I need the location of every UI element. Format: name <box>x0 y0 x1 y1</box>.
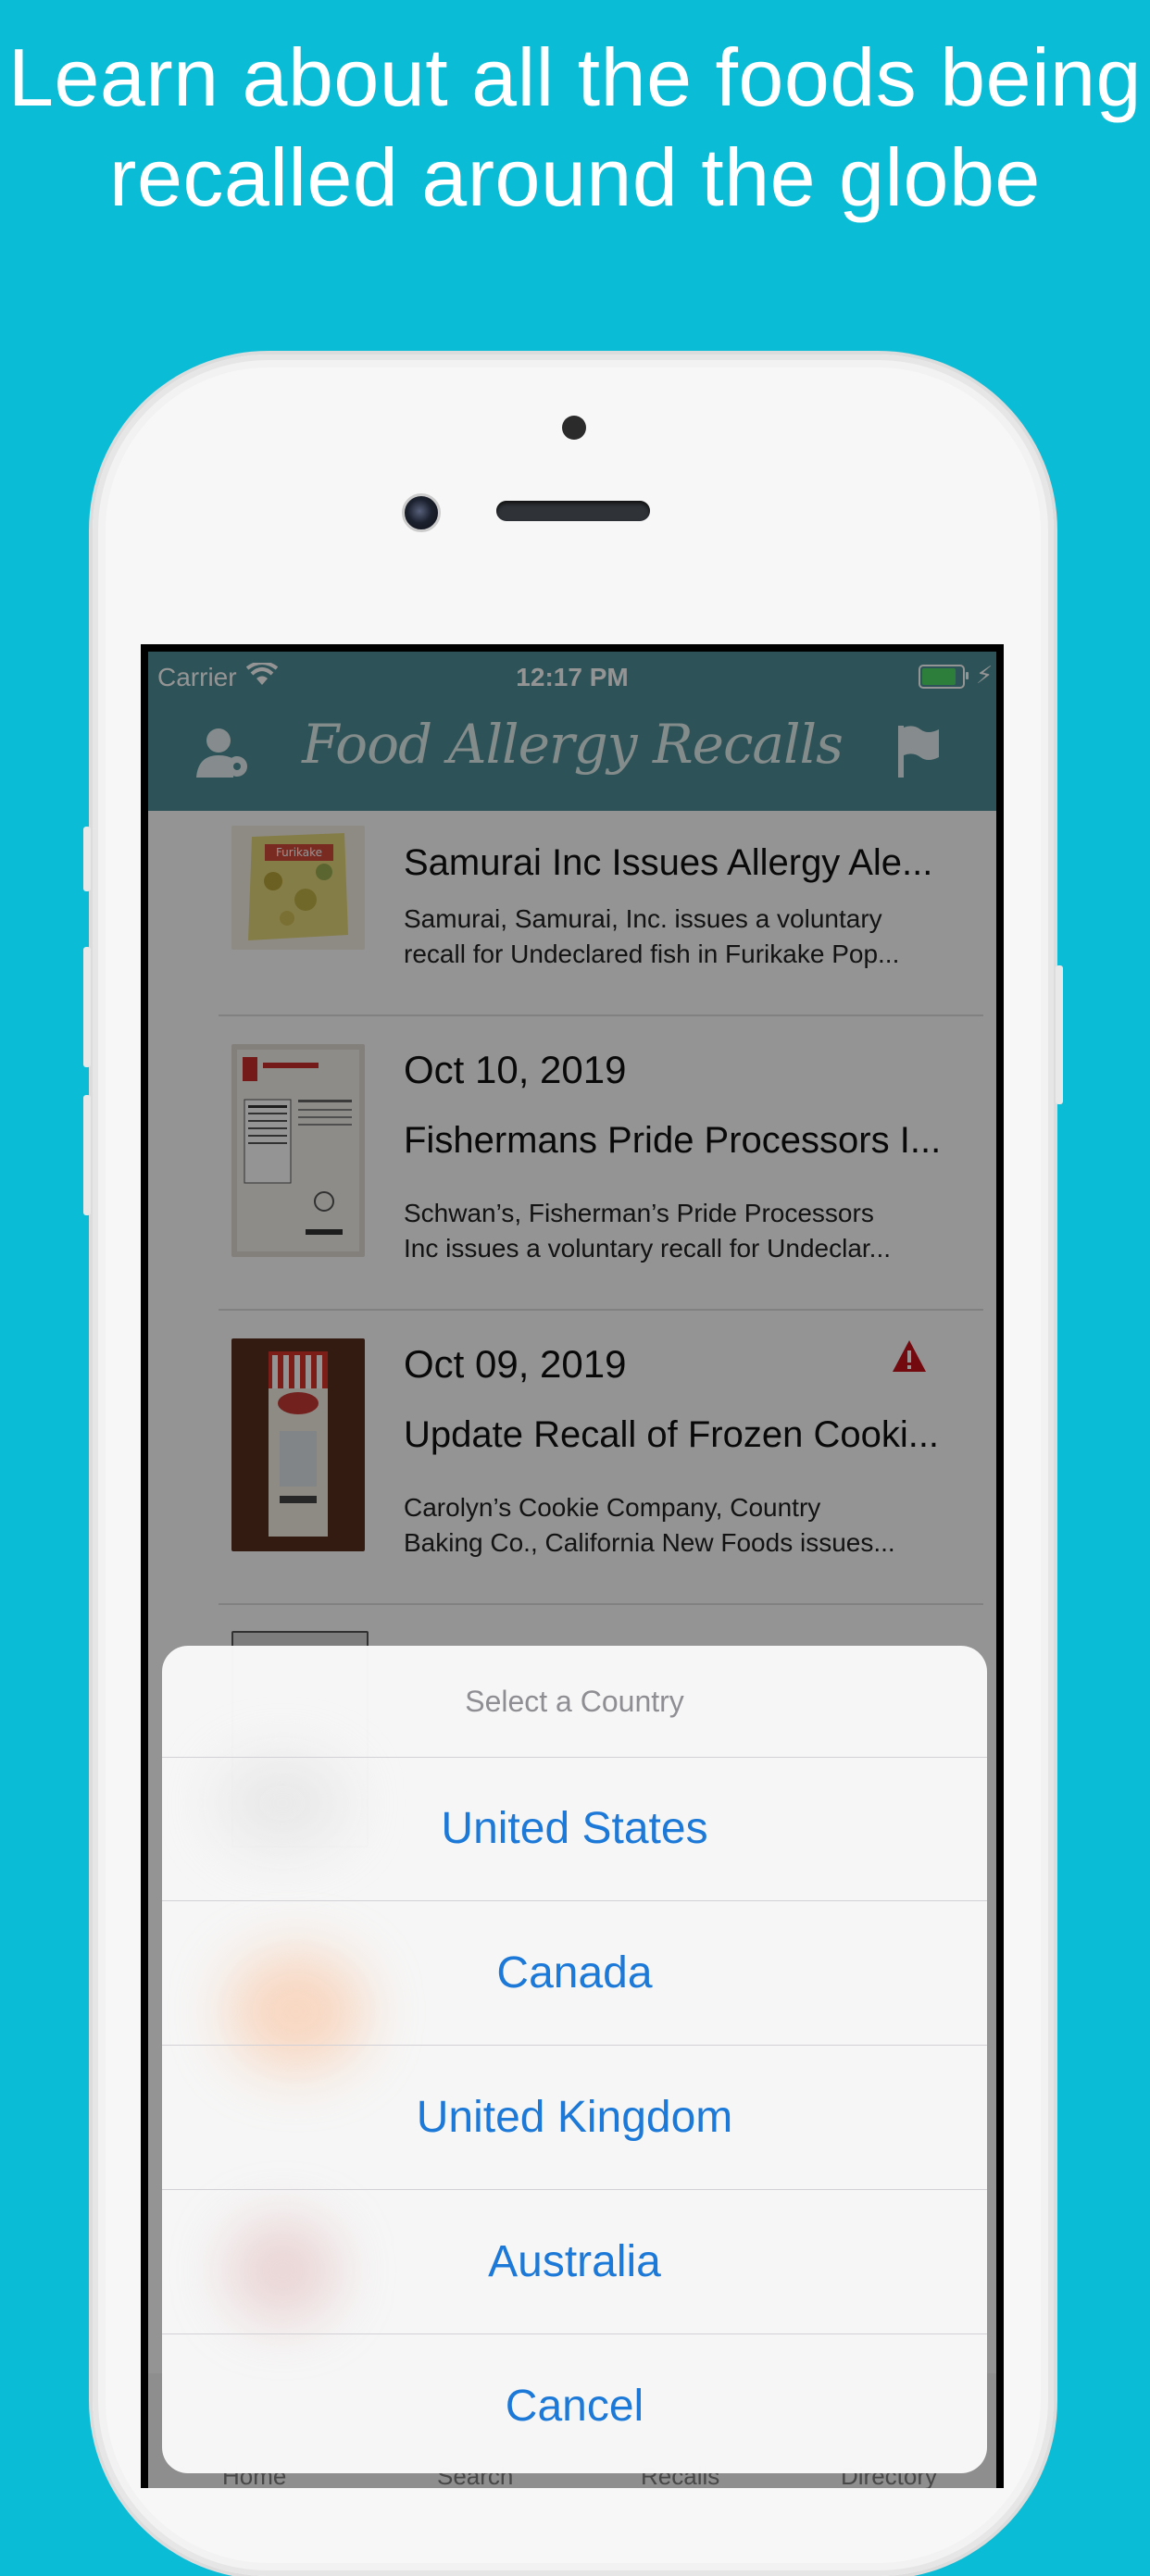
power-button <box>1056 965 1063 1104</box>
option-united-states[interactable]: United States <box>162 1757 987 1900</box>
volume-up-button <box>83 947 91 1067</box>
front-camera <box>402 493 441 532</box>
sheet-title: Select a Country <box>465 1685 684 1718</box>
earpiece-speaker <box>496 501 650 521</box>
option-australia[interactable]: Australia <box>162 2190 987 2333</box>
country-action-sheet: Select a Country United States Canada Un… <box>162 1646 987 2473</box>
volume-down-button <box>83 1095 91 1215</box>
headline-line-1: Learn about all the foods being <box>8 31 1142 123</box>
option-canada[interactable]: Canada <box>162 1901 987 2045</box>
cancel-button[interactable]: Cancel <box>162 2334 987 2473</box>
mute-switch <box>83 827 91 891</box>
headline: Learn about all the foods being recalled… <box>0 28 1150 228</box>
headline-line-2: recalled around the globe <box>109 131 1041 223</box>
option-united-kingdom[interactable]: United Kingdom <box>162 2046 987 2189</box>
proximity-sensor <box>562 416 586 440</box>
